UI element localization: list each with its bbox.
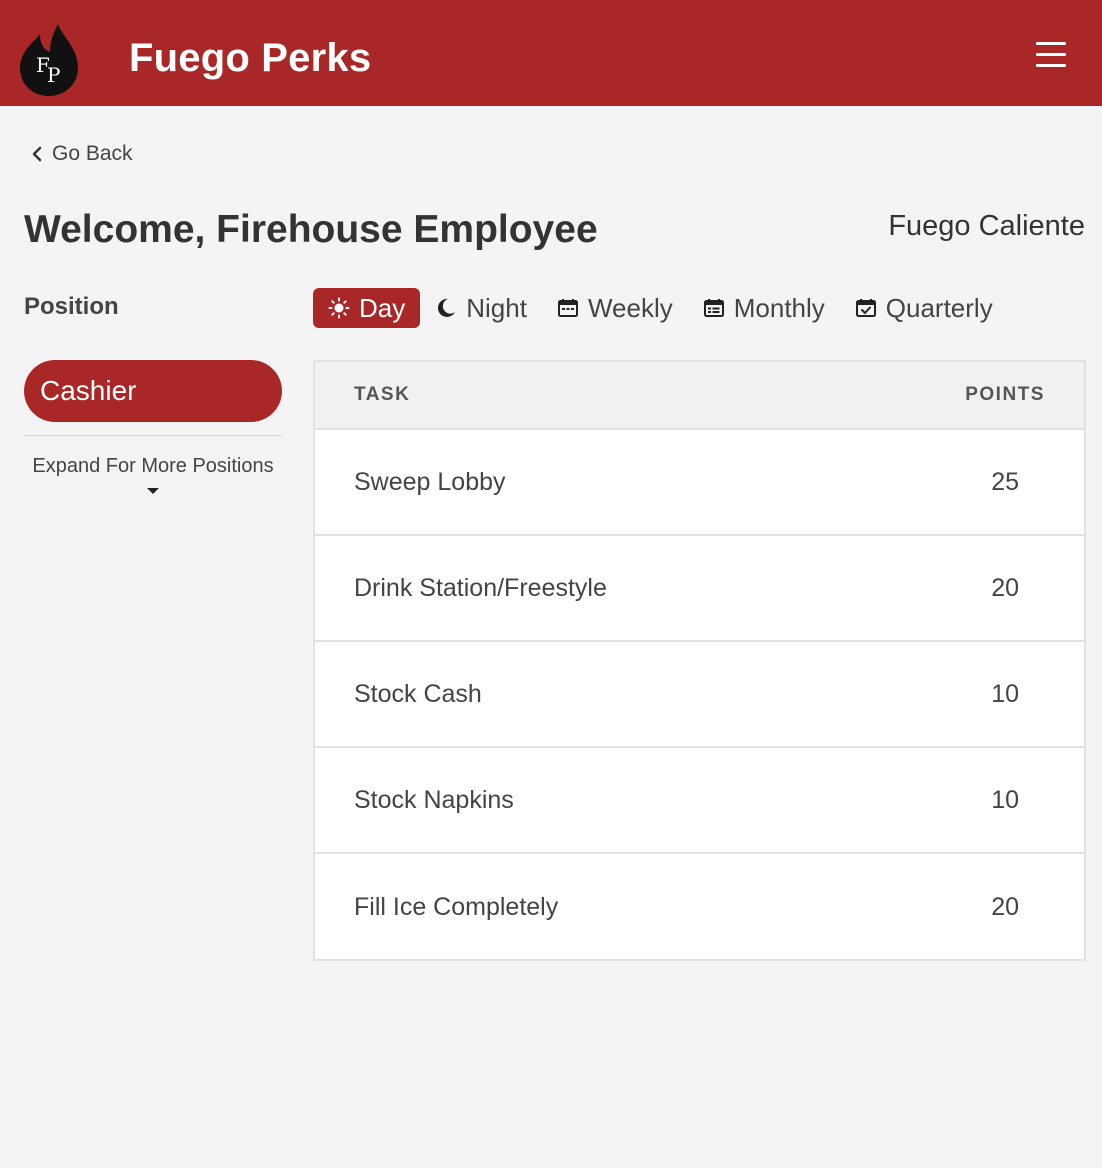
table-row[interactable]: Stock Napkins 10 — [315, 748, 1084, 854]
task-points: 20 — [991, 892, 1020, 921]
task-points: 10 — [991, 679, 1020, 708]
table-header: TASK POINTS — [315, 362, 1084, 430]
tab-night-label: Night — [466, 292, 527, 323]
calendar-check-icon — [855, 299, 876, 317]
table-row[interactable]: Drink Station/Freestyle 20 — [315, 536, 1084, 642]
task-points: 25 — [991, 467, 1020, 496]
tab-quarterly-label: Quarterly — [885, 292, 993, 323]
tab-weekly[interactable]: Weekly — [542, 288, 688, 328]
tab-day[interactable]: Day — [313, 288, 421, 328]
sidebar-divider — [24, 435, 282, 436]
expand-positions-label: Expand For More Positions — [32, 455, 274, 477]
shift-tabs: Day Night Weekly Monthly Quarterly — [313, 288, 1008, 328]
task-name: Fill Ice Completely — [354, 892, 559, 921]
sun-icon — [328, 297, 350, 319]
expand-positions-toggle[interactable]: Expand For More Positions — [24, 455, 282, 494]
tab-monthly[interactable]: Monthly — [688, 288, 840, 328]
task-name: Sweep Lobby — [354, 467, 506, 496]
table-row[interactable]: Sweep Lobby 25 — [315, 430, 1084, 536]
go-back-link[interactable]: Go Back — [30, 142, 133, 166]
task-name: Stock Napkins — [354, 785, 514, 814]
svg-text:P: P — [47, 63, 60, 87]
task-points: 20 — [991, 573, 1020, 602]
go-back-label: Go Back — [52, 142, 133, 165]
column-header-task: TASK — [354, 384, 411, 405]
store-name: Fuego Caliente — [888, 210, 1085, 242]
task-points: 10 — [991, 785, 1020, 814]
fuego-perks-logo[interactable]: F P — [18, 22, 80, 98]
chevron-left-icon — [32, 146, 42, 162]
tab-weekly-label: Weekly — [587, 292, 673, 323]
caret-down-icon — [147, 488, 159, 494]
position-heading: Position — [24, 293, 119, 320]
calendar-month-icon — [703, 299, 724, 317]
tab-night[interactable]: Night — [420, 288, 542, 328]
task-table: TASK POINTS Sweep Lobby 25 Drink Station… — [313, 360, 1086, 961]
task-name: Stock Cash — [354, 679, 482, 708]
column-header-points: POINTS — [965, 384, 1045, 405]
table-row[interactable]: Stock Cash 10 — [315, 642, 1084, 748]
table-row[interactable]: Fill Ice Completely 20 — [315, 854, 1084, 960]
app-header: F P Fuego Perks — [0, 0, 1102, 106]
calendar-week-icon — [557, 299, 578, 317]
app-title: Fuego Perks — [129, 36, 372, 80]
position-cashier-button[interactable]: Cashier — [24, 360, 282, 422]
moon-icon — [438, 298, 456, 317]
tab-quarterly[interactable]: Quarterly — [840, 288, 1008, 328]
tab-day-label: Day — [359, 292, 406, 323]
tab-monthly-label: Monthly — [733, 292, 825, 323]
hamburger-menu-icon[interactable] — [1030, 42, 1074, 78]
page-title: Welcome, Firehouse Employee — [24, 208, 598, 251]
task-name: Drink Station/Freestyle — [354, 573, 607, 602]
